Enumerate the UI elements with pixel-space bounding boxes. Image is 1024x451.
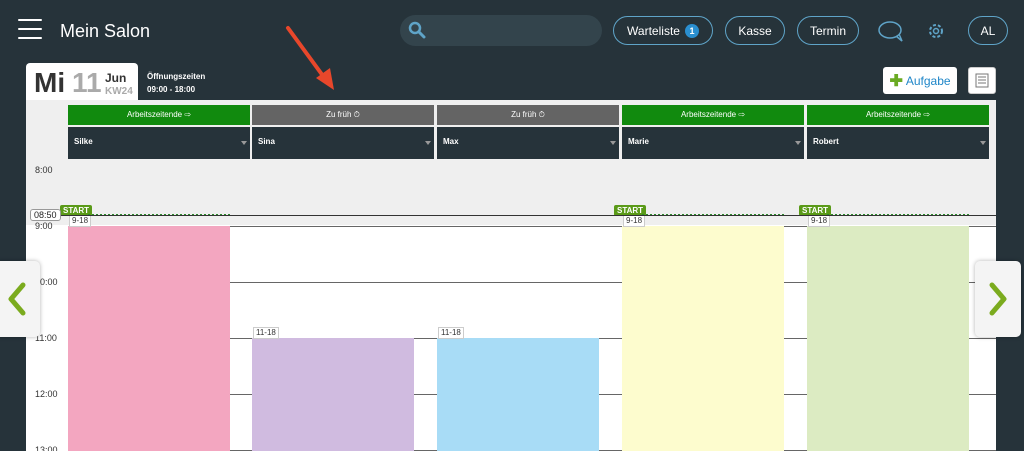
- next-day-button[interactable]: [975, 261, 1021, 337]
- checkout-button[interactable]: Kasse: [725, 16, 785, 45]
- staff-name: Sina: [258, 137, 275, 146]
- staff-select[interactable]: Max: [437, 127, 619, 159]
- staff-select[interactable]: Silke: [68, 127, 250, 159]
- time-label: 8:00: [35, 165, 53, 175]
- opening-hours-value: 09:00 - 18:00: [147, 85, 196, 94]
- staff-status-button[interactable]: Zu früh ⏱: [437, 105, 619, 125]
- annotation-arrow-icon: [286, 26, 334, 90]
- search-icon: [408, 21, 426, 39]
- shift-block[interactable]: [437, 338, 599, 451]
- app-title: Mein Salon: [60, 21, 151, 41]
- chevron-down-icon: [795, 141, 801, 145]
- current-time-line: [58, 215, 996, 216]
- chevron-left-icon: [8, 282, 26, 316]
- menu-icon[interactable]: [18, 19, 42, 39]
- new-appointment-button[interactable]: Termin: [797, 16, 859, 45]
- time-label: 9:00: [35, 221, 53, 231]
- shift-range-label: 9-18: [808, 215, 831, 227]
- chevron-down-icon: [610, 141, 616, 145]
- list-view-button[interactable]: [968, 67, 996, 94]
- time-label: 12:00: [35, 389, 58, 399]
- shift-block[interactable]: [807, 226, 969, 451]
- add-task-button[interactable]: ✚ Aufgabe: [883, 67, 957, 94]
- opening-hours-label: Öffnungszeiten: [147, 72, 206, 81]
- date-weekday: Mi: [34, 67, 66, 98]
- list-icon: [975, 73, 989, 88]
- staff-select[interactable]: Robert: [807, 127, 989, 159]
- staff-name: Marie: [628, 137, 649, 146]
- staff-select[interactable]: Sina: [252, 127, 434, 159]
- day-calendar: 8:00 9:00 10:00 11:00 12:00 13:00 Arbeitszeite…: [26, 100, 996, 451]
- search-input[interactable]: [400, 15, 602, 46]
- chevron-right-icon: [989, 282, 1007, 316]
- calendar-week: KW24: [105, 86, 133, 97]
- date-day: 11: [72, 67, 102, 98]
- checkout-label: Kasse: [738, 23, 772, 38]
- add-task-label: Aufgabe: [905, 73, 951, 88]
- plus-icon: ✚: [889, 72, 903, 90]
- staff-status-button[interactable]: Arbeitszeitende ⇨: [807, 105, 989, 125]
- date-month: Jun: [105, 71, 127, 85]
- shift-block[interactable]: [252, 338, 414, 451]
- shift-range-label: 11-18: [438, 327, 464, 339]
- waitlist-button[interactable]: Warteliste 1: [613, 16, 713, 45]
- staff-name: Robert: [813, 137, 839, 146]
- staff-status-button[interactable]: Arbeitszeitende ⇨: [622, 105, 804, 125]
- shift-block[interactable]: [68, 226, 230, 451]
- staff-status-button[interactable]: Arbeitszeitende ⇨: [68, 105, 250, 125]
- chevron-down-icon: [980, 141, 986, 145]
- user-avatar[interactable]: AL: [968, 16, 1008, 45]
- waitlist-count-badge: 1: [684, 23, 699, 38]
- waitlist-label: Warteliste: [627, 23, 680, 38]
- chevron-down-icon: [241, 141, 247, 145]
- chevron-down-icon: [425, 141, 431, 145]
- top-bar: Mein Salon Warteliste 1 Kasse Termin AL: [0, 0, 1024, 62]
- shift-range-label: 9-18: [623, 215, 646, 227]
- staff-status-button[interactable]: Zu früh ⏱: [252, 105, 434, 125]
- time-label: 13:00: [35, 445, 58, 451]
- user-initials: AL: [980, 23, 996, 38]
- shift-range-label: 9-18: [69, 215, 92, 227]
- staff-name: Max: [443, 137, 459, 146]
- staff-select[interactable]: Marie: [622, 127, 804, 159]
- gear-icon[interactable]: [926, 21, 946, 41]
- shift-range-label: 11-18: [253, 327, 279, 339]
- shift-block[interactable]: [622, 226, 784, 451]
- appointment-label: Termin: [809, 23, 846, 38]
- date-display[interactable]: Mi 11 Jun KW24: [26, 63, 138, 101]
- chat-icon[interactable]: [877, 20, 905, 44]
- previous-day-button[interactable]: [0, 261, 40, 337]
- staff-name: Silke: [74, 137, 93, 146]
- current-time-label: 08:50: [30, 209, 61, 221]
